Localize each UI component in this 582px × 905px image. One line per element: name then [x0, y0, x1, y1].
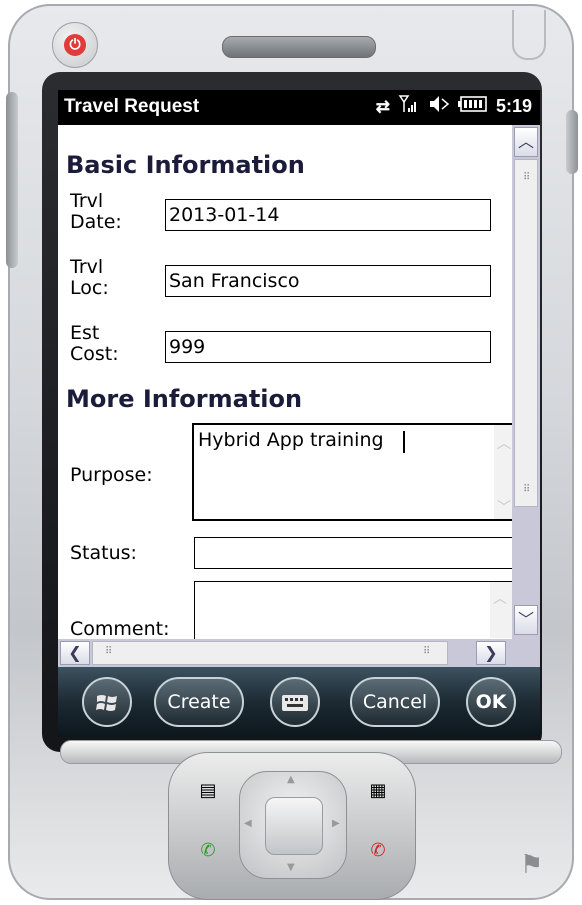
- scroll-up-button[interactable]: ︿: [514, 127, 538, 157]
- scrollbar-corner: [512, 639, 540, 667]
- basic-information-heading: Basic Information: [66, 151, 305, 179]
- chevron-up-icon: ︿: [517, 132, 534, 151]
- horizontal-scrollbar[interactable]: ❮ ⠿ ⠿ ❯: [58, 639, 512, 667]
- title-bar: Travel Request ⇄ 5:19: [58, 90, 540, 125]
- sync-arrows-icon[interactable]: ⇄: [376, 97, 390, 117]
- power-icon: ⏻: [64, 34, 86, 56]
- estimated-cost-input[interactable]: 999: [165, 331, 491, 363]
- travel-date-input[interactable]: 2013-01-14: [165, 199, 491, 231]
- estimated-cost-label: Est Cost:: [70, 323, 119, 365]
- estimated-cost-label-line2: Cost:: [70, 343, 119, 365]
- purpose-text: Hybrid App training: [198, 429, 384, 451]
- calendar-grid-icon[interactable]: ▦: [363, 779, 393, 803]
- travel-location-label: Trvl Loc:: [70, 257, 109, 299]
- dpad-center-button[interactable]: [265, 797, 323, 855]
- ok-button[interactable]: OK: [466, 677, 516, 727]
- screen: Travel Request ⇄ 5:19 Basic Information …: [58, 90, 540, 667]
- travel-date-label-line2: Date:: [70, 211, 122, 233]
- scroll-left-button[interactable]: ❮: [60, 641, 90, 665]
- contact-card-icon[interactable]: ▤: [193, 779, 223, 803]
- keyboard-button[interactable]: [270, 677, 320, 727]
- speaker-muted-icon[interactable]: [428, 94, 450, 119]
- chevron-down-icon: ﹀: [517, 610, 534, 629]
- start-button[interactable]: [82, 677, 132, 727]
- side-camera-button[interactable]: [566, 110, 578, 174]
- power-button[interactable]: ⏻: [52, 22, 98, 68]
- softkey-bar: Create Cancel OK: [58, 667, 540, 737]
- pocket-pc-device: ⏻ Travel Request ⇄ 5:19 Basic Informatio…: [0, 0, 582, 905]
- signal-bars-icon[interactable]: [398, 94, 420, 119]
- vertical-scrollbar[interactable]: ︿ ⠿ ⠿ ﹀: [512, 125, 540, 639]
- dpad-left-icon[interactable]: ◀: [244, 818, 252, 829]
- cancel-button[interactable]: Cancel: [350, 677, 440, 727]
- travel-date-label: Trvl Date:: [70, 191, 122, 233]
- windows-flag-icon: ⚑: [520, 850, 544, 880]
- earpiece-speaker: [222, 36, 376, 58]
- status-input[interactable]: [194, 537, 512, 569]
- clock-time[interactable]: 5:19: [496, 96, 532, 117]
- grip-icon: ⠿: [523, 484, 531, 495]
- directional-pad[interactable]: ▲ ▼ ◀ ▶: [239, 771, 347, 879]
- windows-start-icon: [94, 691, 120, 713]
- grip-icon: ⠿: [423, 646, 431, 657]
- grip-icon: ⠿: [105, 646, 113, 657]
- keyboard-icon: [281, 691, 309, 713]
- scroll-right-button[interactable]: ❯: [476, 641, 506, 665]
- travel-location-input[interactable]: San Francisco: [165, 265, 491, 297]
- chevron-right-icon: ❯: [484, 643, 498, 662]
- battery-icon[interactable]: [457, 95, 488, 118]
- comment-scrollbar[interactable]: ︿: [490, 582, 512, 638]
- travel-location-label-line1: Trvl: [70, 256, 104, 278]
- travel-date-label-line1: Trvl: [70, 190, 104, 212]
- purpose-scrollbar[interactable]: ︿ ﹀: [494, 425, 512, 519]
- form-content: Basic Information Trvl Date: 2013-01-14 …: [58, 125, 512, 639]
- chevron-up-icon[interactable]: ︿: [496, 433, 512, 452]
- estimated-cost-label-line1: Est: [70, 322, 100, 344]
- chevron-down-icon[interactable]: ﹀: [496, 497, 512, 516]
- side-volume-button[interactable]: [6, 92, 18, 268]
- dpad-right-icon[interactable]: ▶: [332, 818, 340, 829]
- create-button[interactable]: Create: [154, 677, 244, 727]
- grip-icon: ⠿: [523, 172, 531, 183]
- chevron-left-icon: ❮: [68, 643, 82, 662]
- travel-location-label-line2: Loc:: [70, 277, 109, 299]
- more-information-heading: More Information: [66, 385, 303, 413]
- vertical-scroll-thumb[interactable]: ⠿ ⠿: [514, 159, 538, 507]
- status-label: Status:: [70, 542, 137, 564]
- call-answer-icon[interactable]: ✆: [193, 839, 223, 863]
- comment-label: Comment:: [70, 618, 170, 640]
- purpose-label: Purpose:: [70, 464, 153, 486]
- dpad-down-icon[interactable]: ▼: [287, 862, 295, 873]
- hardware-keypad: ▤ ▦ ✆ ✆ ▲ ▼ ◀ ▶: [168, 752, 416, 900]
- stylus-slot: [512, 10, 546, 60]
- chevron-up-icon[interactable]: ︿: [492, 588, 508, 606]
- app-title: Travel Request: [64, 96, 200, 117]
- hardware-controls: ▤ ▦ ✆ ✆ ▲ ▼ ◀ ▶: [20, 740, 562, 900]
- scroll-down-button[interactable]: ﹀: [514, 605, 538, 635]
- call-end-icon[interactable]: ✆: [363, 839, 393, 863]
- comment-textarea[interactable]: [194, 581, 512, 639]
- dpad-up-icon[interactable]: ▲: [287, 774, 295, 785]
- text-cursor: [403, 431, 405, 453]
- purpose-textarea[interactable]: Hybrid App training ︿ ﹀: [192, 423, 512, 521]
- horizontal-scroll-thumb[interactable]: ⠿ ⠿: [92, 641, 448, 665]
- status-area[interactable]: ⇄ 5:19: [376, 94, 532, 119]
